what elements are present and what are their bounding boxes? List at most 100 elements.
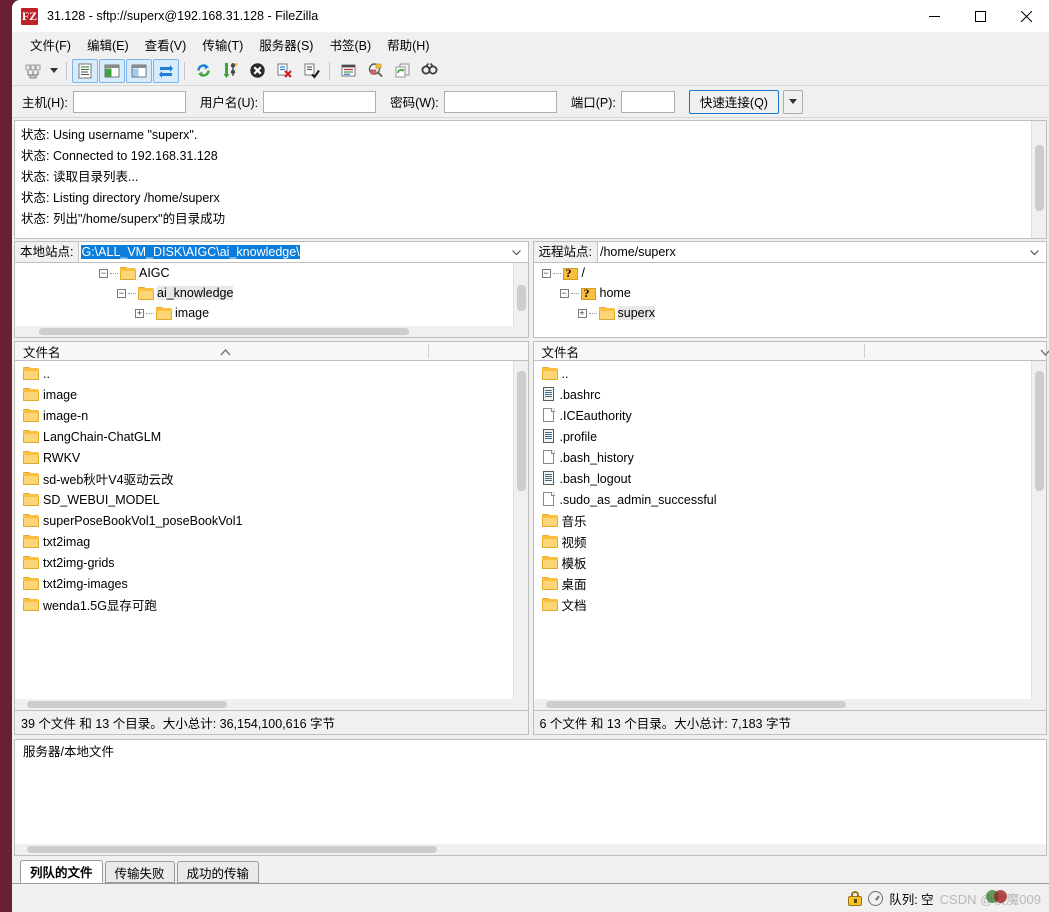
local-file-list[interactable]: .. image image-n LangChain-ChatGLM RWKV …	[14, 361, 529, 711]
password-input[interactable]	[443, 90, 557, 113]
remote-path-field[interactable]: /home/superx	[596, 241, 1047, 263]
tree-collapse-toggle[interactable]: −	[117, 288, 126, 298]
toggle-message-log-icon[interactable]	[72, 58, 98, 83]
list-item[interactable]: .bashrc	[534, 384, 1047, 405]
tab-queued-files[interactable]: 列队的文件	[20, 860, 103, 883]
file-name[interactable]: 桌面	[562, 574, 587, 593]
file-name[interactable]: RWKV	[43, 451, 80, 465]
disconnect-icon[interactable]	[271, 59, 297, 83]
list-item[interactable]: 视频	[534, 531, 1047, 552]
tree-node-label[interactable]: home	[600, 286, 631, 300]
reconnect-icon[interactable]	[298, 59, 324, 83]
list-item[interactable]: ..	[15, 363, 528, 384]
file-name[interactable]: 音乐	[562, 511, 587, 530]
maximize-icon[interactable]	[957, 0, 1003, 32]
transfer-queue-list[interactable]	[14, 760, 1047, 856]
tree-collapse-toggle[interactable]: −	[99, 268, 108, 278]
tree-node[interactable]: − ai_knowledge	[15, 283, 528, 303]
file-name[interactable]: .ICEauthority	[560, 409, 632, 423]
log-scrollbar[interactable]	[1031, 121, 1046, 238]
file-name[interactable]: 模板	[562, 553, 587, 572]
file-name[interactable]: superPoseBookVol1_poseBookVol1	[43, 514, 242, 528]
list-item[interactable]: LangChain-ChatGLM	[15, 426, 528, 447]
remote-list-scrollbar[interactable]	[1031, 361, 1046, 710]
list-item[interactable]: .sudo_as_admin_successful	[534, 489, 1047, 510]
quickconnect-dropdown-icon[interactable]	[782, 89, 803, 114]
file-name[interactable]: 视频	[562, 532, 587, 551]
tree-node[interactable]: − AIGC	[15, 263, 528, 283]
queue-hscrollbar-thumb[interactable]	[27, 846, 437, 853]
lock-icon[interactable]	[848, 890, 863, 906]
site-manager-dropdown-icon[interactable]	[47, 59, 61, 83]
list-item[interactable]: 桌面	[534, 573, 1047, 594]
local-path-field[interactable]: G:\ALL_VM_DISK\AIGC\ai_knowledge\	[78, 241, 529, 263]
file-name[interactable]: txt2img-images	[43, 577, 128, 591]
local-column-header[interactable]: 文件名	[14, 341, 529, 361]
list-item[interactable]: wenda1.5G显存可跑	[15, 594, 528, 615]
file-name[interactable]: sd-web秋叶V4驱动云改	[43, 469, 174, 488]
menu-transfer[interactable]: 传输(T)	[194, 32, 251, 57]
list-item[interactable]: RWKV	[15, 447, 528, 468]
chevron-down-icon[interactable]	[1025, 245, 1044, 259]
file-name[interactable]: image-n	[43, 409, 88, 423]
list-item[interactable]: txt2img-grids	[15, 552, 528, 573]
file-name[interactable]: .sudo_as_admin_successful	[560, 493, 717, 507]
menu-bookmarks[interactable]: 书签(B)	[321, 32, 379, 57]
file-name[interactable]: txt2imag	[43, 535, 90, 549]
local-tree-scrollbar-thumb[interactable]	[516, 285, 526, 311]
local-list-hscrollbar[interactable]	[15, 698, 528, 710]
queue-hscrollbar[interactable]	[15, 844, 1046, 855]
queue-column-label[interactable]: 服务器/本地文件	[23, 741, 114, 760]
menu-help[interactable]: 帮助(H)	[379, 32, 437, 57]
local-tree-hscrollbar[interactable]	[15, 326, 528, 337]
log-scrollbar-thumb[interactable]	[1035, 145, 1044, 211]
list-item[interactable]: 文档	[534, 594, 1047, 615]
toggle-remote-tree-icon[interactable]	[126, 58, 152, 83]
remote-path-value[interactable]: /home/superx	[600, 245, 676, 259]
tree-node-label[interactable]: superx	[617, 306, 656, 320]
tree-expand-toggle[interactable]: +	[577, 308, 587, 318]
file-name[interactable]: ..	[562, 367, 569, 381]
list-item[interactable]: .bash_history	[534, 447, 1047, 468]
file-name[interactable]: wenda1.5G显存可跑	[43, 595, 157, 614]
list-item[interactable]: .bash_logout	[534, 468, 1047, 489]
local-path-value[interactable]: G:\ALL_VM_DISK\AIGC\ai_knowledge\	[81, 245, 300, 259]
tab-failed-transfers[interactable]: 传输失败	[104, 861, 175, 883]
file-name[interactable]: .profile	[560, 430, 598, 444]
tree-node-label[interactable]: image	[175, 306, 209, 320]
local-directory-tree[interactable]: − AIGC − ai_knowledge + image	[14, 263, 529, 338]
local-column-filename[interactable]: 文件名	[15, 342, 61, 361]
remote-list-hscrollbar[interactable]	[533, 698, 1046, 710]
chevron-down-icon[interactable]	[507, 245, 526, 259]
local-list-scrollbar-thumb[interactable]	[516, 371, 526, 491]
tree-collapse-toggle[interactable]: −	[559, 288, 569, 298]
local-tree-hscrollbar-thumb[interactable]	[39, 328, 409, 335]
list-item[interactable]: SD_WEBUI_MODEL	[15, 489, 528, 510]
refresh-icon[interactable]	[190, 59, 216, 83]
list-item[interactable]: superPoseBookVol1_poseBookVol1	[15, 510, 528, 531]
column-divider[interactable]	[863, 344, 865, 358]
file-name[interactable]: image	[43, 388, 77, 402]
port-input[interactable]	[620, 90, 675, 113]
list-item[interactable]: image	[15, 384, 528, 405]
minimize-icon[interactable]	[911, 0, 957, 32]
remote-file-list[interactable]: .. .bashrc .ICEauthority .profile .bash_…	[532, 361, 1047, 711]
file-name[interactable]: txt2img-grids	[43, 556, 115, 570]
list-item[interactable]: ..	[534, 363, 1047, 384]
site-manager-icon[interactable]	[20, 59, 46, 83]
tree-node-label[interactable]: ai_knowledge	[157, 286, 234, 300]
filter-icon[interactable]	[335, 59, 361, 83]
tree-node[interactable]: + image	[15, 303, 528, 323]
toggle-local-tree-icon[interactable]	[99, 58, 125, 83]
list-item[interactable]: sd-web秋叶V4驱动云改	[15, 468, 528, 489]
tree-node[interactable]: + superx	[534, 303, 1047, 323]
local-list-scrollbar[interactable]	[512, 361, 528, 710]
local-list-hscrollbar-thumb[interactable]	[27, 700, 227, 708]
tree-node-label[interactable]: /	[582, 266, 585, 280]
column-divider[interactable]	[428, 344, 429, 358]
directory-compare-icon[interactable]	[362, 59, 388, 83]
list-item[interactable]: 音乐	[534, 510, 1047, 531]
queue-column-header[interactable]: 服务器/本地文件	[14, 738, 1047, 761]
process-queue-icon[interactable]	[217, 59, 243, 83]
remote-list-hscrollbar-thumb[interactable]	[545, 700, 846, 708]
